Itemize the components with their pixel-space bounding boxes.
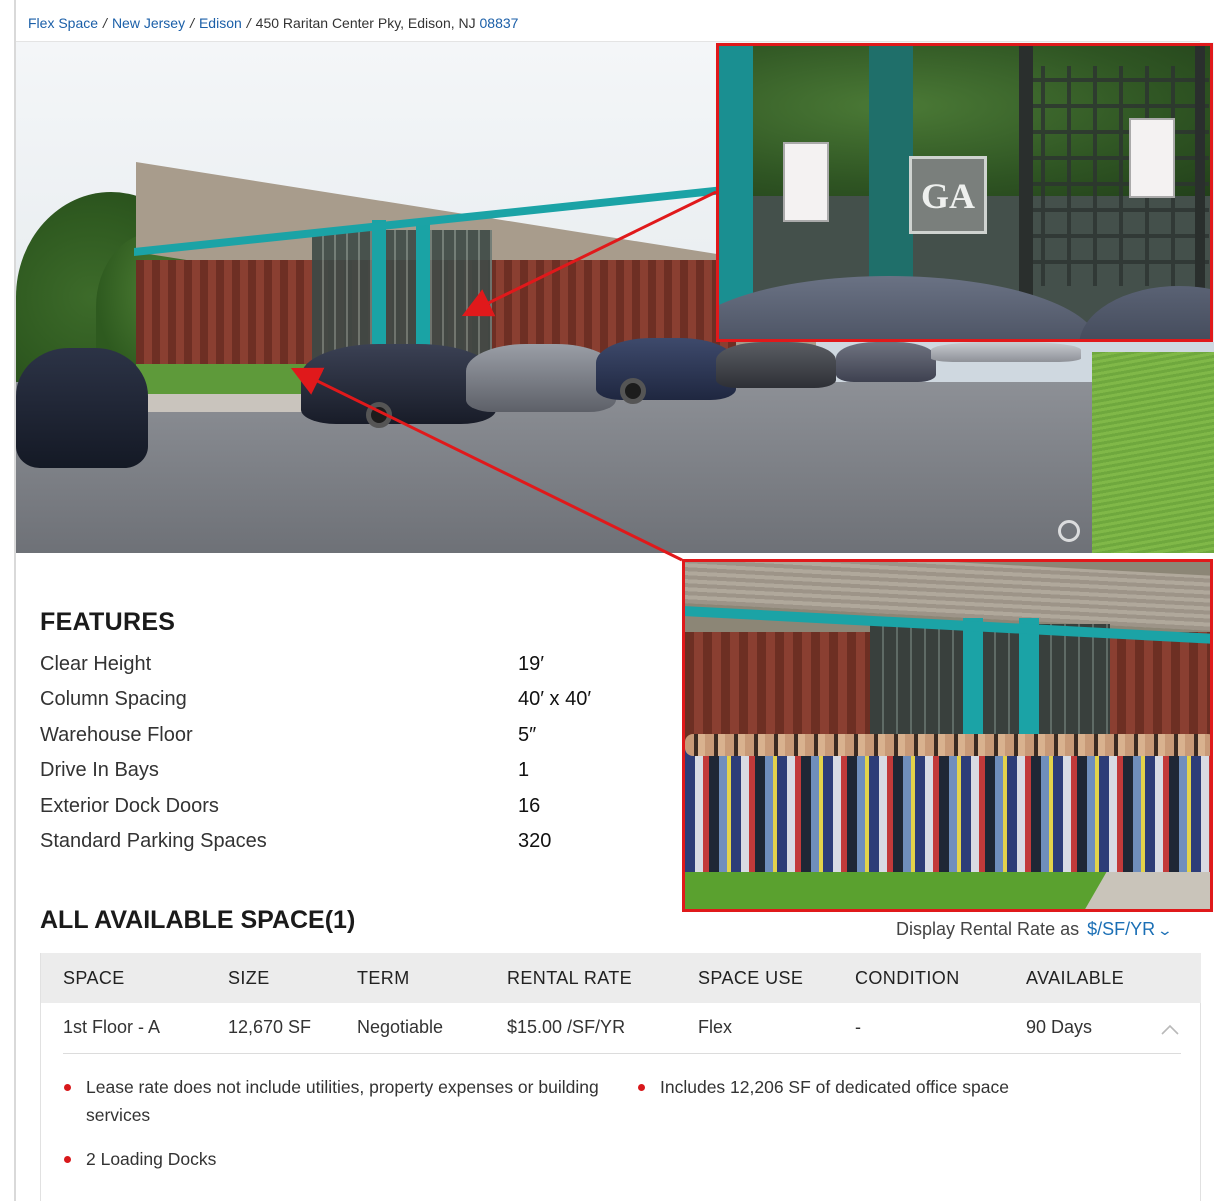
breadcrumb-address: 450 Raritan Center Pky, Edison, NJ (255, 15, 476, 31)
company-logo-sign: GA (909, 156, 987, 234)
features-list: Clear Height 19′ Column Spacing 40′ x 40… (40, 651, 680, 863)
inset-window-grid (1019, 66, 1209, 286)
available-space-title: ALL AVAILABLE SPACE(1) (40, 906, 356, 934)
inset-posted-sign (1129, 118, 1175, 198)
ga-logo-icon: GA (921, 176, 975, 216)
breadcrumb: Flex Space / New Jersey / Edison/450 Raritan… (28, 15, 518, 31)
photo-car (716, 342, 836, 388)
rental-rate-selector[interactable]: Display Rental Rate as $/SF/YR ⌄ (896, 919, 1173, 940)
breadcrumb-flex-space[interactable]: Flex Space (28, 15, 98, 31)
feature-value: 19′ (518, 653, 544, 675)
chevron-up-icon[interactable] (1159, 1019, 1181, 1041)
photo-walkway (146, 394, 306, 412)
photo-car (596, 338, 736, 400)
photo-car (836, 342, 936, 382)
column-header-available: AVAILABLE (1026, 968, 1124, 988)
breadcrumb-separator: / (190, 15, 194, 31)
table-header: SPACE SIZE TERM RENTAL RATE SPACE USE CO… (41, 953, 1201, 1003)
column-header-condition: CONDITION (855, 968, 960, 988)
photo-car (931, 342, 1081, 362)
breadcrumb-new-jersey[interactable]: New Jersey (112, 15, 185, 31)
feature-value: 320 (518, 829, 552, 852)
photo-car (466, 344, 616, 412)
feature-row-parking-spaces: Standard Parking Spaces 320 (40, 828, 680, 863)
feature-row-exterior-dock-doors: Exterior Dock Doors 16 (40, 793, 680, 828)
column-header-space: SPACE (63, 968, 125, 988)
cell-available: 90 Days (1026, 1017, 1093, 1037)
cell-size: 12,670 SF (228, 1017, 312, 1037)
chevron-down-icon[interactable]: ⌄ (1157, 922, 1173, 939)
photo-car-wheel (366, 402, 392, 428)
breadcrumb-edison[interactable]: Edison (199, 15, 242, 31)
feature-label: Clear Height (40, 653, 152, 675)
note-item: Includes 12,206 SF of dedicated office s… (636, 1073, 1156, 1101)
feature-label: Column Spacing (40, 688, 187, 711)
feature-label: Drive In Bays (40, 759, 159, 782)
feature-label: Exterior Dock Doors (40, 794, 219, 817)
breadcrumb-separator: / (103, 15, 107, 31)
feature-row-clear-height: Clear Height 19′ (40, 651, 680, 686)
inset-posted-sign (783, 142, 829, 222)
inset-car-roof (1079, 286, 1210, 339)
features-title: FEATURES (40, 608, 176, 636)
column-header-rental-rate: RENTAL RATE (507, 968, 633, 988)
feature-row-warehouse-floor: Warehouse Floor 5″ (40, 722, 680, 757)
feature-value: 5″ (518, 723, 537, 746)
inset-crowd (685, 742, 1210, 872)
photo-watermark-icon (1058, 520, 1080, 542)
rental-rate-unit[interactable]: $/SF/YR (1087, 919, 1155, 939)
photo-car-wheel (620, 378, 646, 404)
cell-term: Negotiable (357, 1017, 444, 1037)
row-divider (63, 1053, 1181, 1054)
inset-crowd-heads (685, 734, 1210, 756)
rental-rate-label: Display Rental Rate as (896, 919, 1080, 939)
cell-rental-rate: $15.00 /SF/YR (507, 1017, 626, 1037)
column-header-term: TERM (357, 968, 410, 988)
feature-value: 16 (518, 794, 541, 817)
cell-condition: - (855, 1017, 861, 1037)
column-header-space-use: SPACE USE (698, 968, 804, 988)
breadcrumb-zip: 08837 (479, 15, 519, 31)
team-photo-inset (682, 559, 1213, 912)
feature-row-drive-in-bays: Drive In Bays 1 (40, 757, 680, 792)
note-item: Lease rate does not include utilities, p… (62, 1073, 602, 1129)
table-row[interactable]: 1st Floor - A 12,670 SF Negotiable $15.0… (41, 1003, 1201, 1055)
feature-value: 1 (518, 759, 530, 782)
svg-text:GA: GA (921, 176, 975, 216)
breadcrumb-separator: / (246, 15, 251, 31)
feature-value: 40′ x 40′ (518, 688, 592, 711)
entrance-zoom-inset: GA (716, 43, 1213, 342)
feature-label: Standard Parking Spaces (40, 829, 267, 852)
photo-grass (1092, 352, 1214, 553)
photo-car (16, 348, 148, 468)
note-item: 2 Loading Docks (62, 1145, 602, 1173)
feature-label: Warehouse Floor (40, 723, 193, 746)
feature-row-column-spacing: Column Spacing 40′ x 40′ (40, 686, 680, 721)
cell-space: 1st Floor - A (63, 1017, 161, 1037)
cell-space-use: Flex (698, 1017, 733, 1037)
column-header-size: SIZE (228, 968, 270, 988)
